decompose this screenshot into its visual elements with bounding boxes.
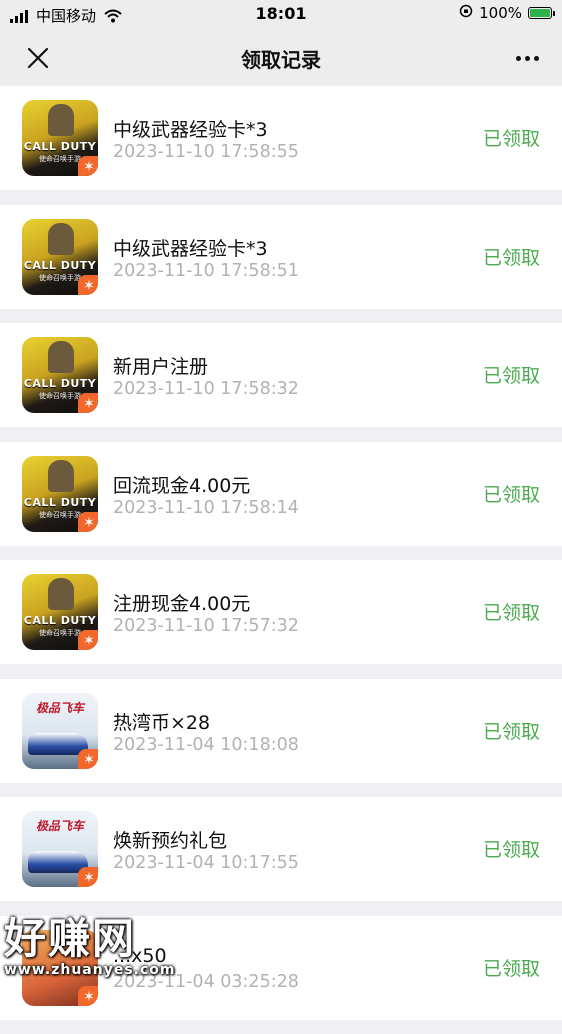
- record-time: 2023-11-04 10:18:08: [113, 734, 299, 755]
- game-icon: CALL DUTY 使命召唤手游 ✶: [22, 337, 98, 413]
- page-title: 领取记录: [241, 48, 321, 72]
- game-icon: CALL DUTY 使命召唤手游 ✶: [22, 455, 98, 532]
- battery-percent: 100%: [479, 4, 522, 22]
- game-icon: 极品飞车 ✶: [22, 811, 98, 887]
- game-icon: 极品飞车 ✶: [22, 692, 98, 769]
- record-title: 焕新预约礼包: [113, 830, 228, 852]
- nav-bar: 领取记录: [0, 30, 562, 86]
- status-bar: 中国移动 18:01 100%: [0, 0, 562, 30]
- status-badge: 已领取: [482, 128, 540, 150]
- list-item[interactable]: CALL DUTY 使命召唤手游 ✶ 中级武器经验卡*3 2023-11-10 …: [0, 204, 562, 309]
- record-time: 2023-11-10 17:58:14: [113, 497, 299, 518]
- status-badge: 已领取: [482, 839, 540, 861]
- game-icon: CALL DUTY 使命召唤手游 ✶: [22, 574, 98, 650]
- list-item[interactable]: CALL DUTY 使命召唤手游 ✶ 中级武器经验卡*3 2023-11-10 …: [0, 86, 562, 190]
- list-item[interactable]: CALL DUTY 使命召唤手游 ✶ 新用户注册 2023-11-10 17:5…: [0, 323, 562, 427]
- game-icon: CALL DUTY 使命召唤手游 ✶: [22, 100, 98, 176]
- status-badge: 已领取: [482, 483, 540, 506]
- game-icon: ✶: [22, 929, 98, 1006]
- orientation-lock-icon: [459, 4, 473, 22]
- more-dot-icon: [533, 55, 539, 61]
- record-time: 2023-11-04 03:25:28: [113, 971, 299, 992]
- list-item[interactable]: CALL DUTY 使命召唤手游 ✶ 回流现金4.00元 2023-11-10 …: [0, 441, 562, 546]
- record-time: 2023-11-04 10:17:55: [113, 853, 299, 873]
- list-item[interactable]: ✶ ...x50 2023-11-04 03:25:28 已领取: [0, 915, 562, 1020]
- status-badge: 已领取: [482, 720, 540, 743]
- record-time: 2023-11-10 17:58:32: [113, 379, 299, 399]
- status-badge: 已领取: [482, 246, 540, 269]
- record-title: ...x50: [113, 944, 167, 967]
- battery-icon: [528, 7, 555, 19]
- record-time: 2023-11-10 17:57:32: [113, 616, 299, 636]
- record-time: 2023-11-10 17:58:55: [113, 142, 299, 162]
- status-badge: 已领取: [482, 957, 540, 980]
- more-dot-icon: [515, 55, 521, 61]
- record-title: 注册现金4.00元: [113, 593, 251, 615]
- record-title: 中级武器经验卡*3: [113, 237, 268, 260]
- more-button[interactable]: [510, 44, 544, 72]
- record-title: 热湾币×28: [113, 711, 211, 734]
- record-title: 回流现金4.00元: [113, 474, 251, 497]
- list-item[interactable]: 极品飞车 ✶ 热湾币×28 2023-11-04 10:18:08 已领取: [0, 678, 562, 783]
- list-item[interactable]: CALL DUTY 使命召唤手游 ✶ 注册现金4.00元 2023-11-10 …: [0, 560, 562, 664]
- more-dot-icon: [524, 55, 530, 61]
- record-list: CALL DUTY 使命召唤手游 ✶ 中级武器经验卡*3 2023-11-10 …: [0, 86, 562, 1034]
- status-badge: 已领取: [482, 602, 540, 624]
- list-item[interactable]: 极品飞车 ✶ 焕新预约礼包 2023-11-04 10:17:55 已领取: [0, 797, 562, 901]
- record-title: 新用户注册: [113, 356, 209, 378]
- status-badge: 已领取: [482, 365, 540, 387]
- game-icon: CALL DUTY 使命召唤手游 ✶: [22, 218, 98, 295]
- record-title: 中级武器经验卡*3: [113, 119, 268, 141]
- status-right: 100%: [459, 4, 555, 22]
- record-time: 2023-11-10 17:58:51: [113, 260, 299, 281]
